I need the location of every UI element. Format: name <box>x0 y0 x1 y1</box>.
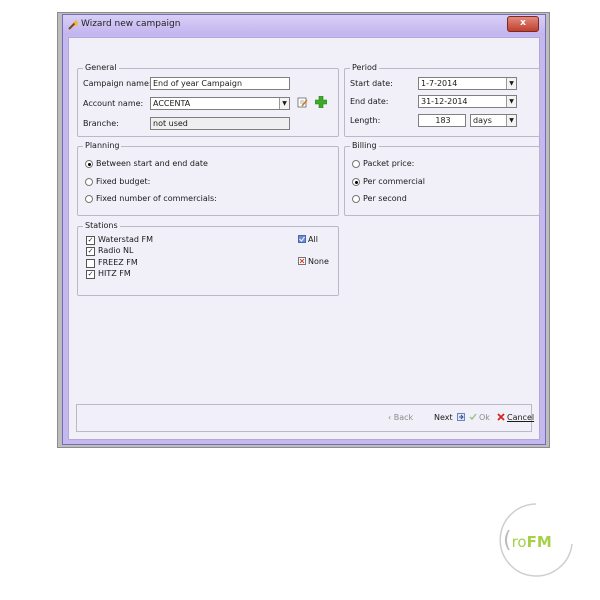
title-bar[interactable]: Wizard new campaign x <box>63 15 545 35</box>
billing-option-label: Per second <box>363 194 407 203</box>
account-name-value: ACCENTA <box>153 99 191 108</box>
length-label: Length: <box>350 116 381 125</box>
button-bar: ‹ Back Next Ok Cancel <box>76 404 534 432</box>
planning-radio-budget[interactable] <box>85 178 93 186</box>
cancel-x-icon <box>497 413 505 421</box>
ok-label: Ok <box>479 413 490 422</box>
start-date-input[interactable]: 1-7-2014 ▼ <box>418 77 517 90</box>
wizard-content: General Campaign name: End of year Campa… <box>68 37 540 440</box>
end-date-input[interactable]: 31-12-2014 ▼ <box>418 95 517 108</box>
end-date-value: 31-12-2014 <box>421 97 468 106</box>
station-label: HITZ FM <box>98 269 131 278</box>
wizard-window: Wizard new campaign x General Campaign n… <box>62 14 546 445</box>
general-legend: General <box>83 63 119 72</box>
select-none-icon <box>298 257 306 265</box>
campaign-name-input[interactable]: End of year Campaign <box>150 77 290 90</box>
billing-legend: Billing <box>350 141 379 150</box>
ok-button[interactable]: Ok <box>469 413 490 422</box>
select-all-label: All <box>308 235 318 244</box>
billing-radio-commercial[interactable] <box>352 178 360 186</box>
length-input[interactable]: 183 <box>418 114 466 127</box>
close-button[interactable]: x <box>507 16 539 32</box>
add-icon[interactable] <box>315 96 327 108</box>
window-title: Wizard new campaign <box>81 19 181 29</box>
profm-logo: (roFM <box>498 500 578 580</box>
chevron-down-icon[interactable]: ▼ <box>506 78 516 89</box>
billing-option-label: Packet price: <box>363 159 415 168</box>
wand-icon <box>68 19 79 30</box>
profm-logo-prefix: ro <box>511 533 527 551</box>
chevron-down-icon[interactable]: ▼ <box>506 96 516 107</box>
chevron-down-icon[interactable]: ▼ <box>506 115 516 126</box>
planning-radio-commercials[interactable] <box>85 195 93 203</box>
length-unit-select[interactable]: days ▼ <box>470 114 517 127</box>
station-checkbox[interactable] <box>86 259 95 268</box>
billing-radio-second[interactable] <box>352 195 360 203</box>
next-button[interactable]: Next <box>434 413 467 422</box>
select-all-icon <box>298 235 306 243</box>
select-all-button[interactable]: All <box>298 235 318 244</box>
check-icon <box>469 413 477 420</box>
chevron-down-icon[interactable]: ▼ <box>279 98 289 109</box>
period-legend: Period <box>350 63 379 72</box>
profm-logo-suffix: FM <box>526 533 552 551</box>
edit-icon[interactable] <box>297 97 308 108</box>
back-button[interactable]: ‹ Back <box>388 413 413 422</box>
branche-field: not used <box>150 117 290 130</box>
period-group: Period Start date: 1-7-2014 ▼ End date: … <box>344 63 540 137</box>
select-none-button[interactable]: None <box>298 257 329 266</box>
next-label: Next <box>434 413 453 422</box>
cancel-label: Cancel <box>507 413 535 422</box>
account-name-label: Account name: <box>83 99 144 108</box>
back-label: Back <box>393 413 414 422</box>
station-checkbox[interactable]: ✓ <box>86 270 95 279</box>
planning-option-label: Fixed budget: <box>96 177 151 186</box>
station-checkbox[interactable]: ✓ <box>86 247 95 256</box>
planning-legend: Planning <box>83 141 122 150</box>
station-label: Waterstad FM <box>98 235 153 244</box>
stations-legend: Stations <box>83 221 120 230</box>
account-name-select[interactable]: ACCENTA ▼ <box>150 97 290 110</box>
planning-radio-between[interactable] <box>85 160 93 168</box>
cancel-button[interactable]: Cancel <box>497 413 534 422</box>
planning-group: Planning Between start and end date Fixe… <box>77 141 339 216</box>
campaign-name-label: Campaign name: <box>83 79 152 88</box>
profm-logo-text: (roFM <box>503 528 552 553</box>
length-unit-value: days <box>473 116 492 125</box>
planning-option-label: Between start and end date <box>96 159 208 168</box>
stations-group: Stations ✓ Waterstad FM ✓ Radio NL FREEZ… <box>77 221 339 296</box>
start-date-label: Start date: <box>350 79 393 88</box>
profm-logo-arc-glyph: ( <box>503 528 512 553</box>
select-none-label: None <box>308 257 329 266</box>
start-date-value: 1-7-2014 <box>421 79 458 88</box>
station-label: FREEZ FM <box>98 258 138 267</box>
general-group: General Campaign name: End of year Campa… <box>77 63 339 137</box>
next-arrow-icon <box>457 413 466 421</box>
billing-radio-packet[interactable] <box>352 160 360 168</box>
planning-option-label: Fixed number of commercials: <box>96 194 217 203</box>
station-label: Radio NL <box>98 246 134 255</box>
station-checkbox[interactable]: ✓ <box>86 236 95 245</box>
billing-option-label: Per commercial <box>363 177 425 186</box>
billing-group: Billing Packet price: Per commercial Per… <box>344 141 540 216</box>
branche-label: Branche: <box>83 119 119 128</box>
end-date-label: End date: <box>350 97 389 106</box>
